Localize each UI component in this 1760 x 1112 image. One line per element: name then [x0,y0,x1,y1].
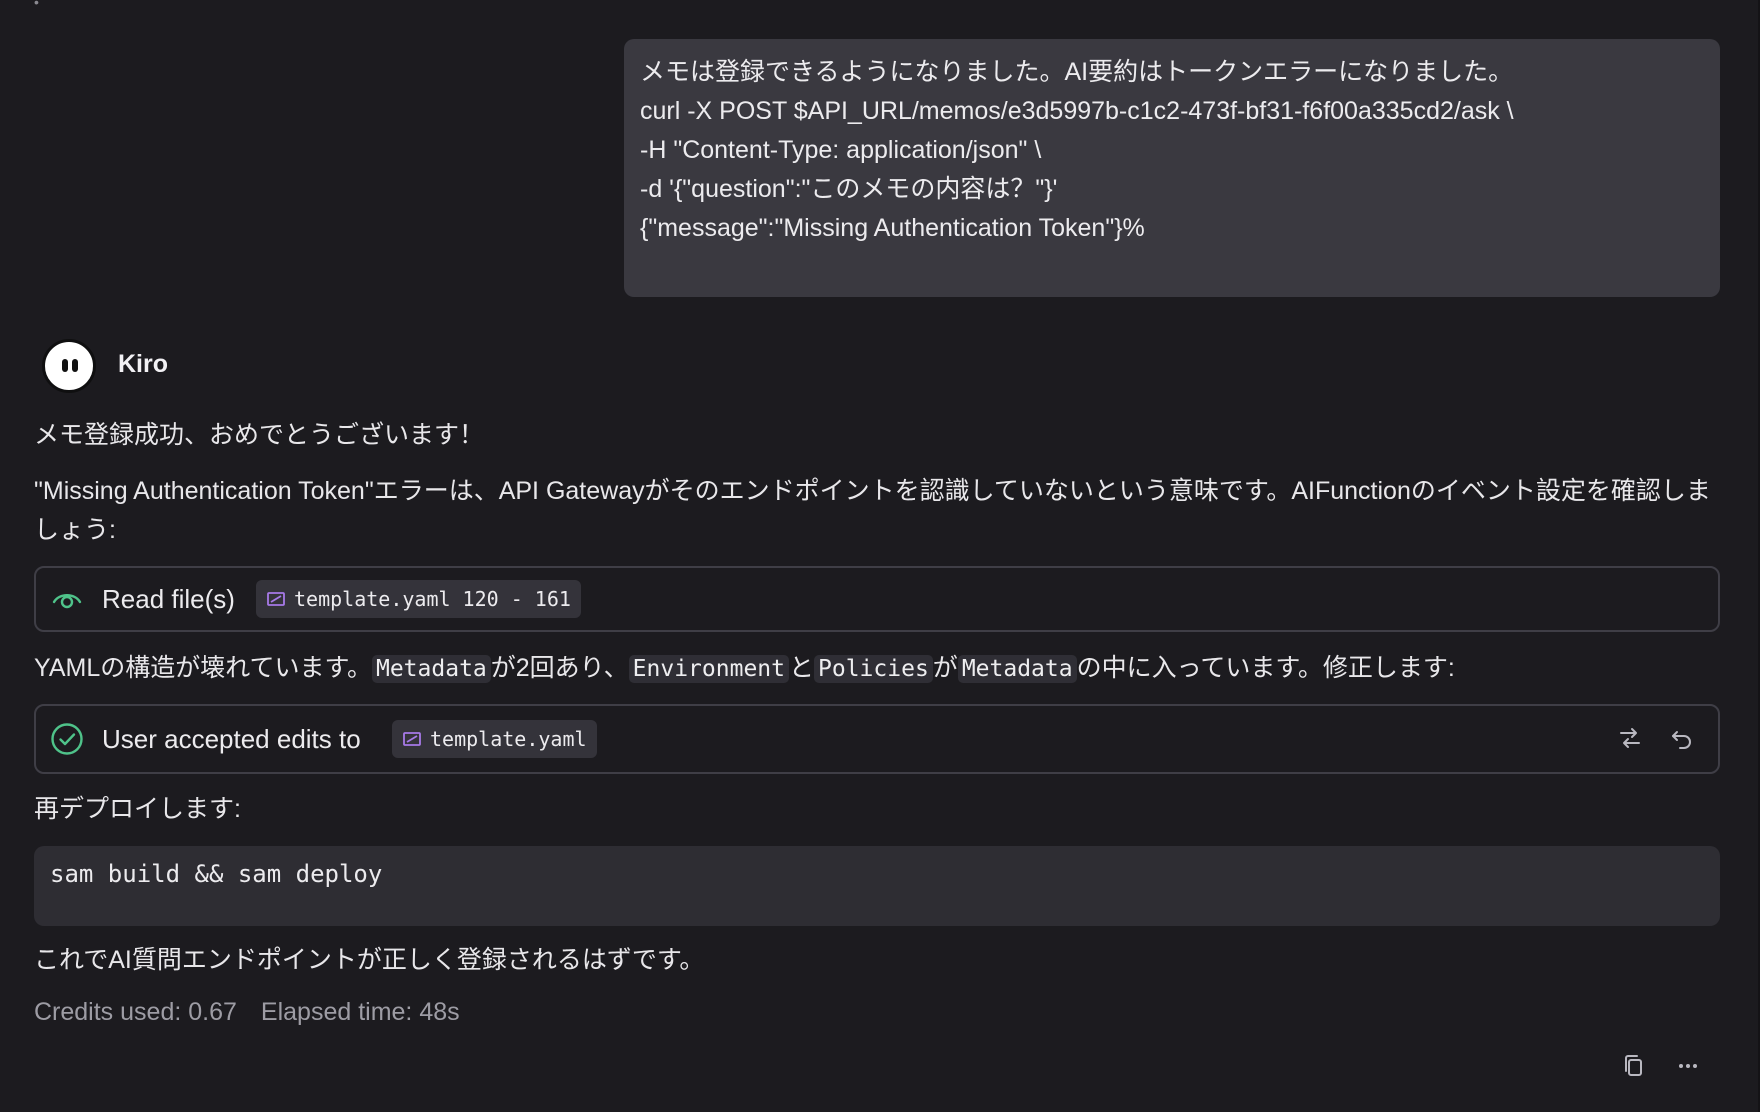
assistant-paragraph: YAMLの構造が壊れています。 Metadata が2回あり、 Environment… [34,649,1455,689]
file-name: template.yaml [294,587,451,611]
kiro-avatar [42,339,96,393]
compare-icon[interactable] [1616,724,1644,752]
elapsed-time: Elapsed time: 48s [260,998,460,1026]
text-run: が2回あり、 [490,654,629,682]
inline-code: Metadata [371,655,491,683]
avatar-eye [72,359,78,372]
user-message-line: -d '{"question":"このメモの内容は？"}' [640,175,1058,203]
copy-icon[interactable] [1620,1052,1648,1080]
avatar-eye [62,359,68,372]
inline-code: Metadata [957,655,1077,683]
undo-icon[interactable] [1668,724,1696,752]
read-file-card[interactable]: Read file(s) template.yaml 120 - 161 [34,566,1720,632]
inline-code: Environment [628,655,789,683]
message-actions [1620,1052,1702,1080]
user-message-line: メモは登録できるようになりました。AI要約はトークンエラーになりました。 [640,58,1514,86]
usage-meta: Credits used: 0.67 Elapsed time: 48s [34,998,460,1027]
accepted-edits-card[interactable]: User accepted edits to template.yaml [34,704,1720,774]
previous-message-fragment: • [34,0,39,10]
assistant-paragraph: これでAI質問エンドポイントが正しく登録されるはずです。 [34,946,705,974]
file-chip[interactable]: template.yaml 120 - 161 [256,580,581,618]
text-run: と [789,654,815,682]
assistant-paragraph: "Missing Authentication Token"エラーは、API G… [34,477,1711,544]
text-run: YAMLの構造が壊れています。 [34,654,372,682]
eye-icon [52,594,82,609]
text-run: が [932,654,958,682]
line-range: 120 - 161 [462,587,571,611]
user-message-line: curl -X POST $API_URL/memos/e3d5997b-c1c… [640,97,1514,125]
accepted-edits-label: User accepted edits to [102,724,361,754]
check-circle-icon [51,723,83,755]
user-message-line: -H "Content-Type: application/json" \ [640,136,1042,164]
user-message-bubble: メモは登録できるようになりました。AI要約はトークンエラーになりました。 cur… [624,39,1720,297]
inline-code: Policies [814,655,933,683]
assistant-paragraph: 再デプロイします: [34,795,241,823]
file-chip[interactable]: template.yaml [392,720,597,758]
text-run: の中に入っています。修正します: [1076,654,1455,682]
read-file-label: Read file(s) [102,584,235,614]
assistant-name: Kiro [118,350,168,378]
code-block[interactable]: sam build && sam deploy [34,846,1720,926]
code-text: sam build && sam deploy [50,860,383,888]
chat-panel: • メモは登録できるようになりました。AI要約はトークンエラーになりました。 c… [0,0,1760,1112]
user-message-line: {"message":"Missing Authentication Token… [640,214,1145,242]
yaml-file-icon [403,732,421,746]
credits-used: Credits used: 0.67 [34,998,237,1026]
assistant-paragraph: メモ登録成功、おめでとうございます！ [34,421,485,449]
more-icon[interactable] [1674,1052,1702,1080]
card-actions [1616,724,1696,752]
yaml-file-icon [267,592,285,606]
file-name: template.yaml [430,727,587,751]
